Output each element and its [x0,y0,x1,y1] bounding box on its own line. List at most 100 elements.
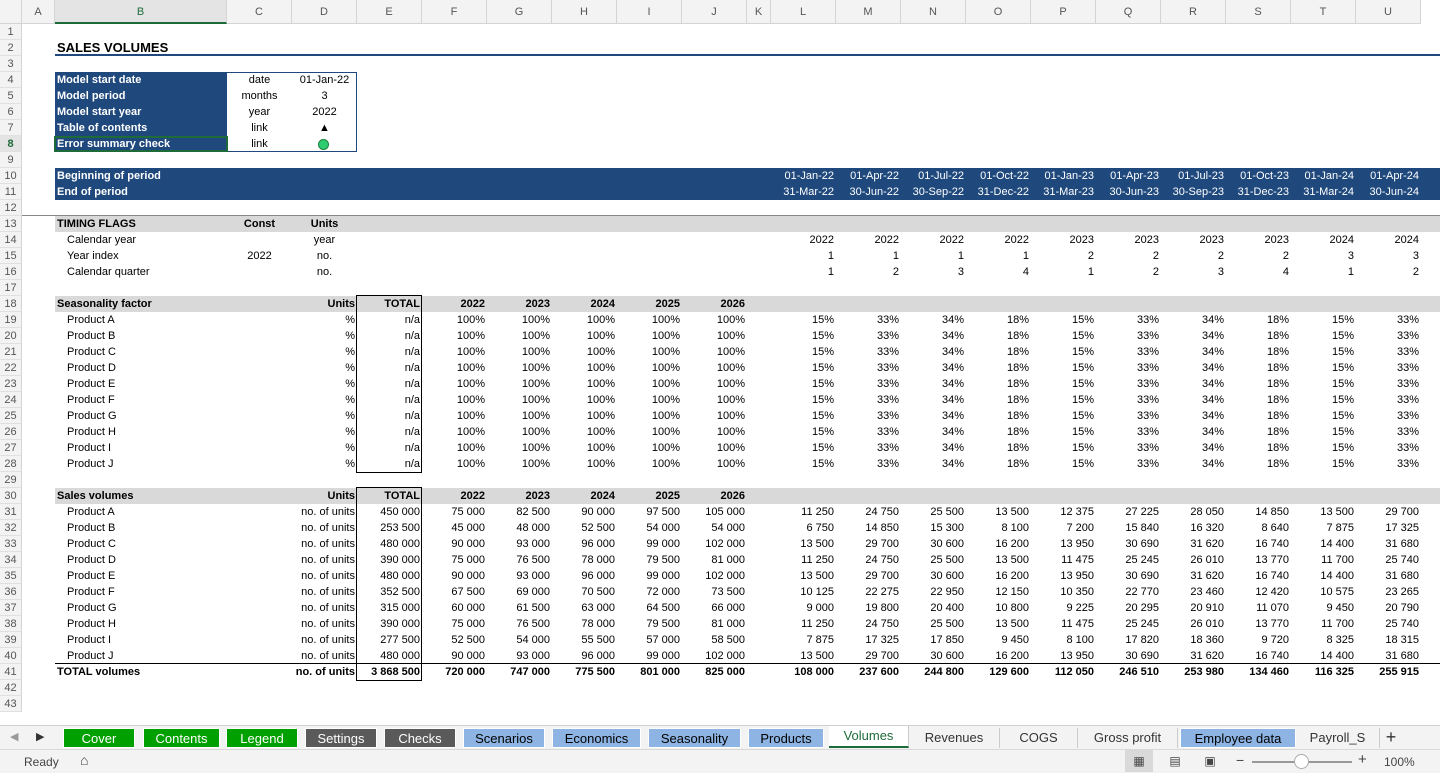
volumes-quarter: 25 500 [930,506,964,518]
row-header[interactable]: 31 [0,504,22,520]
row-header[interactable]: 21 [0,344,22,360]
volumes-quarter: 7 875 [1326,522,1354,534]
row-header[interactable]: 10 [0,168,22,184]
spreadsheet-grid[interactable]: ABCDEFGHIJKLMNOPQRSTU 1 2 3 4 5 6 7 8 9 10 11 12 13 1… [0,0,1440,725]
column-header[interactable]: I [617,0,682,24]
sheet-tab[interactable]: Economics [552,728,641,748]
zoom-out-button[interactable]: − [1236,752,1244,768]
sheet-tab[interactable]: Gross profit [1078,728,1178,748]
sheet-tab[interactable]: Settings [305,728,377,748]
row-header[interactable]: 5 [0,88,22,104]
error-check-status-icon[interactable] [318,139,329,150]
row-header[interactable]: 8 [0,136,22,152]
row-header[interactable]: 28 [0,456,22,472]
column-header[interactable]: F [422,0,487,24]
sheet-tab[interactable]: Revenues [909,728,1000,748]
row-header[interactable]: 19 [0,312,22,328]
sheet-tab[interactable]: Contents [143,728,220,748]
sheet-tab[interactable]: Checks [384,728,456,748]
sheet-tab[interactable]: Cover [63,728,135,748]
row-header[interactable]: 4 [0,72,22,88]
column-header[interactable]: R [1161,0,1226,24]
seasonality-quarter: 15% [1071,426,1094,438]
column-header[interactable]: Q [1096,0,1161,24]
zoom-slider-thumb[interactable] [1294,754,1309,769]
selected-cell[interactable] [54,136,228,152]
zoom-in-button[interactable]: + [1358,751,1367,768]
accessibility-icon[interactable]: ⌂ [80,752,88,768]
column-header[interactable]: U [1356,0,1421,24]
column-header[interactable]: B [55,0,227,24]
row-header[interactable]: 42 [0,680,22,696]
column-header[interactable]: E [357,0,422,24]
column-header[interactable]: G [487,0,552,24]
row-header[interactable]: 22 [0,360,22,376]
row-header[interactable]: 43 [0,696,22,712]
column-header[interactable]: M [836,0,901,24]
row-header[interactable]: 27 [0,440,22,456]
row-header[interactable]: 33 [0,536,22,552]
row-header[interactable]: 17 [0,280,22,296]
row-header[interactable]: 37 [0,600,22,616]
column-header[interactable]: C [227,0,292,24]
row-header[interactable]: 3 [0,56,22,72]
zoom-level[interactable]: 100% [1384,755,1415,769]
volumes-quarter: 30 690 [1125,538,1159,550]
row-header[interactable]: 14 [0,232,22,248]
row-header[interactable]: 12 [0,200,22,216]
row-header[interactable]: 29 [0,472,22,488]
row-header[interactable]: 11 [0,184,22,200]
scroll-right-icon[interactable]: ▶ [36,730,44,743]
column-header[interactable]: S [1226,0,1291,24]
sheet-tab[interactable]: Scenarios [463,728,545,748]
sheet-tab[interactable]: Legend [226,728,298,748]
row-header[interactable]: 38 [0,616,22,632]
row-header[interactable]: 18 [0,296,22,312]
column-header[interactable]: D [292,0,357,24]
column-header[interactable]: O [966,0,1031,24]
column-header[interactable]: P [1031,0,1096,24]
row-header[interactable]: 9 [0,152,22,168]
sheet-tab[interactable]: COGS [1000,728,1078,748]
row-header[interactable]: 41 [0,664,22,680]
row-header[interactable]: 16 [0,264,22,280]
row-header[interactable]: 36 [0,584,22,600]
row-header[interactable]: 20 [0,328,22,344]
sheet-tab[interactable]: Employee data [1180,728,1296,748]
row-header[interactable]: 25 [0,408,22,424]
column-header[interactable]: J [682,0,747,24]
row-header[interactable]: 23 [0,376,22,392]
scroll-left-icon[interactable]: ◀ [10,730,18,743]
row-header[interactable]: 7 [0,120,22,136]
row-header[interactable]: 15 [0,248,22,264]
page-break-icon[interactable]: ▣ [1200,750,1220,772]
row-header[interactable]: 32 [0,520,22,536]
column-header[interactable]: N [901,0,966,24]
column-header[interactable]: A [22,0,55,24]
row-header[interactable]: 1 [0,24,22,40]
column-header[interactable]: T [1291,0,1356,24]
seasonality-units-header: Units [327,298,356,310]
sheet-tab[interactable]: Payroll_S [1296,728,1380,748]
row-header[interactable]: 40 [0,648,22,664]
row-header[interactable]: 13 [0,216,22,232]
column-header[interactable]: K [747,0,771,24]
page-layout-icon[interactable]: ▤ [1165,750,1185,772]
seasonality-quarter: 34% [941,346,964,358]
row-header[interactable]: 30 [0,488,22,504]
select-all-corner[interactable] [0,0,22,24]
row-header[interactable]: 35 [0,568,22,584]
sheet-tab[interactable]: Seasonality [648,728,741,748]
row-header[interactable]: 26 [0,424,22,440]
sheet-tab[interactable]: Volumes [829,726,909,748]
column-header[interactable]: L [771,0,836,24]
column-header[interactable]: H [552,0,617,24]
sheet-tab[interactable]: Products [748,728,824,748]
row-header[interactable]: 39 [0,632,22,648]
row-header[interactable]: 34 [0,552,22,568]
row-header[interactable]: 6 [0,104,22,120]
row-header[interactable]: 24 [0,392,22,408]
row-header[interactable]: 2 [0,40,22,56]
normal-view-icon[interactable]: ▦ [1125,750,1153,772]
add-sheet-button[interactable]: + [1380,726,1402,748]
